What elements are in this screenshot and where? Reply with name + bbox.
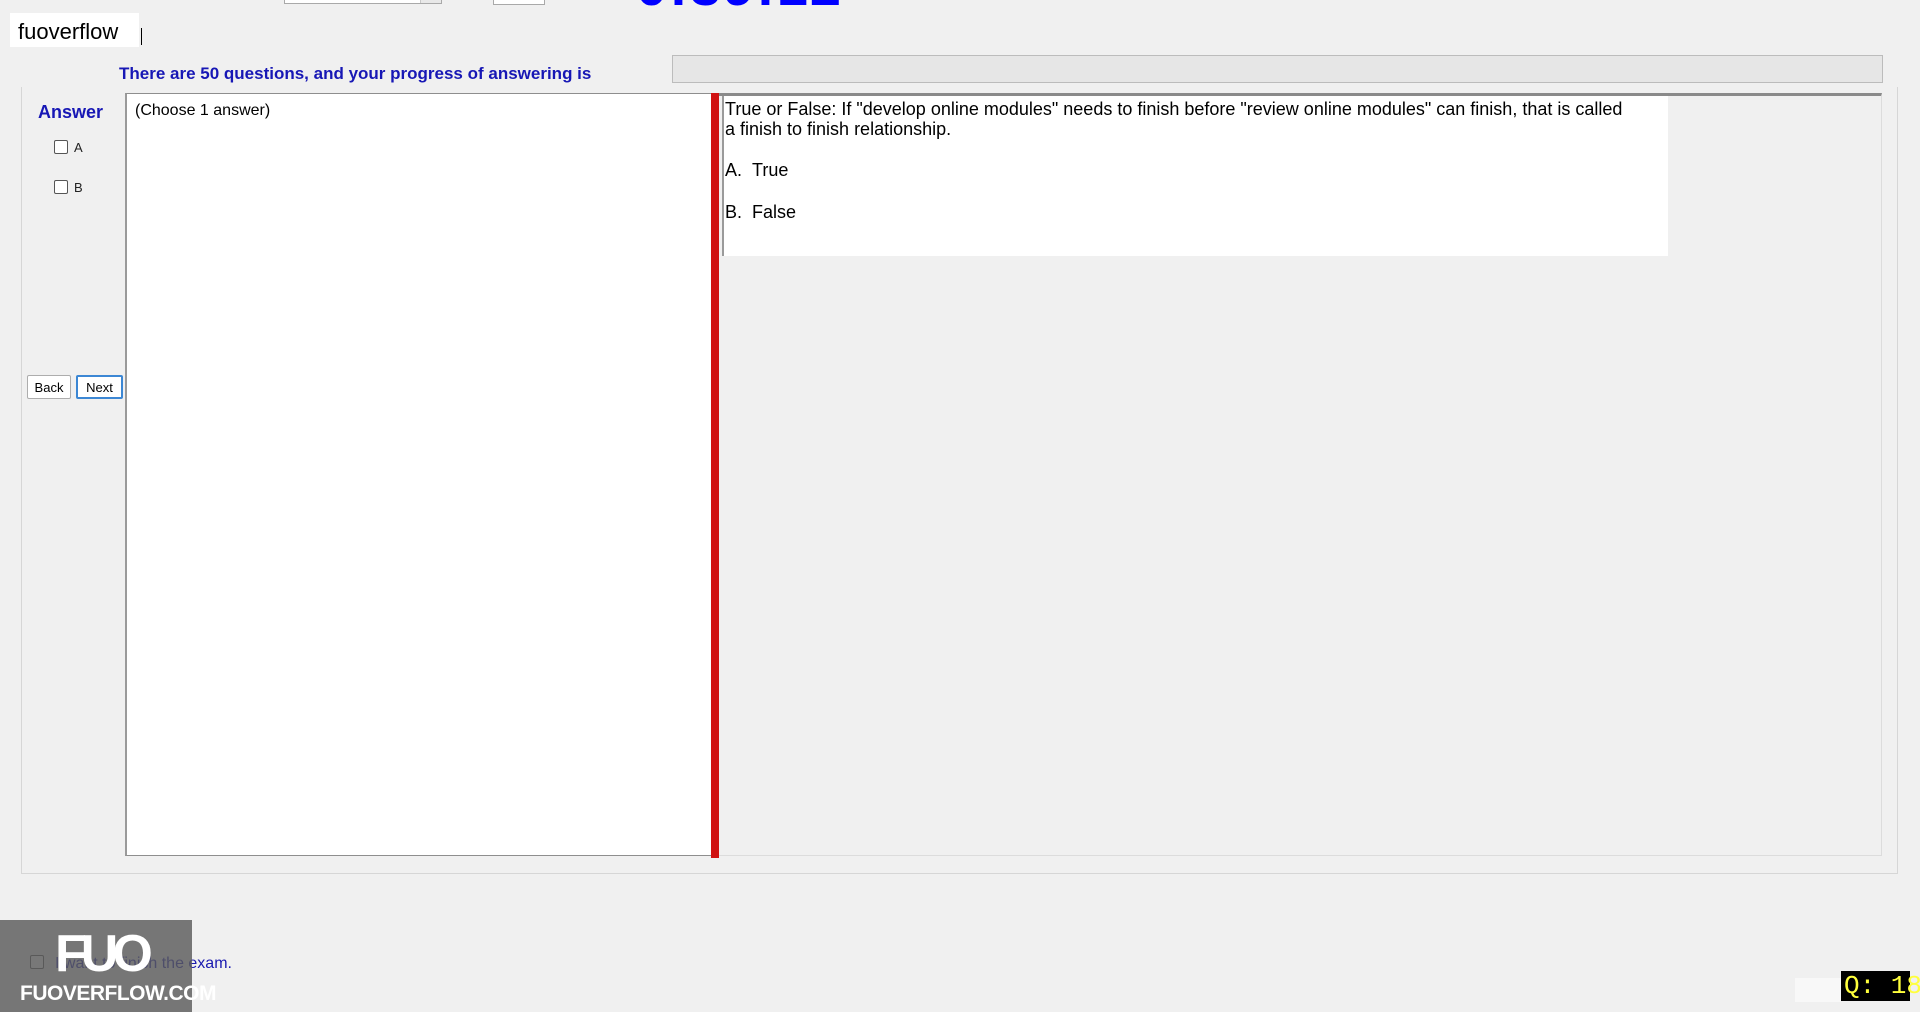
choice-text: False: [752, 202, 797, 222]
answer-option-a[interactable]: A: [54, 138, 83, 156]
choice-letter: A.: [725, 160, 743, 180]
brand-name: fuoverflow: [18, 19, 119, 44]
progress-label: There are 50 questions, and your progres…: [119, 64, 592, 83]
back-button[interactable]: Back: [27, 375, 71, 399]
answer-text-pane[interactable]: [125, 93, 713, 856]
question-counter: Q: 18: [1841, 971, 1920, 1001]
question-choice-a: A. True: [725, 160, 788, 181]
answer-option-b-label: B: [74, 179, 83, 195]
text-cursor: [141, 28, 142, 45]
watermark-site: FUOVERFLOW.COM: [20, 982, 217, 1005]
counter-strip: [1795, 978, 1841, 1002]
choice-letter: B.: [725, 202, 743, 222]
answer-option-b[interactable]: B: [54, 178, 83, 196]
next-button[interactable]: Next: [76, 375, 123, 399]
choice-text: True: [752, 160, 789, 180]
timer-display: 0:39:12: [636, 0, 843, 14]
pane-splitter[interactable]: [711, 93, 719, 858]
combobox-dropdown-button[interactable]: [420, 0, 441, 3]
question-text: True or False: If "develop online module…: [725, 99, 1623, 139]
progress-bar: [672, 55, 1883, 83]
answer-option-a-checkbox[interactable]: [54, 140, 68, 154]
watermark-logo: FUO: [55, 925, 153, 983]
answer-heading: Answer: [38, 102, 104, 122]
answer-option-a-label: A: [74, 139, 83, 155]
answer-option-b-checkbox[interactable]: [54, 180, 68, 194]
top-small-field: [493, 0, 545, 5]
choose-hint: (Choose 1 answer): [135, 102, 271, 119]
question-choice-b: B. False: [725, 202, 796, 223]
exam-code-combobox[interactable]: [284, 0, 442, 4]
